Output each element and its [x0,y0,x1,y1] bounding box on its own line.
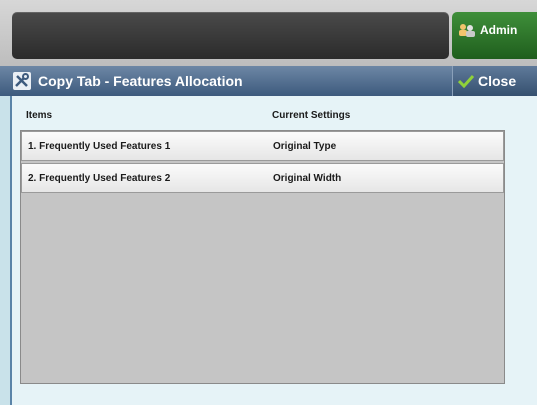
close-label: Close [478,73,517,89]
admin-button[interactable]: Admin [452,12,537,59]
top-frame: Admin [0,0,537,66]
row-setting-value: Original Width [273,173,342,184]
column-header-current-settings: Current Settings [272,110,351,121]
title-bar: Copy Tab - Features Allocation Close [0,66,537,96]
row-item-label: 2. Frequently Used Features 2 [28,173,171,184]
check-icon [458,74,474,88]
message-bar [12,12,449,59]
page-title: Copy Tab - Features Allocation [38,73,243,89]
content-area: Items Current Settings 1. Frequently Use… [0,96,537,405]
tools-icon [13,72,31,90]
admin-users-icon [459,24,475,37]
close-button[interactable]: Close [452,66,537,96]
row-item-label: 1. Frequently Used Features 1 [28,141,171,152]
features-table: 1. Frequently Used Features 1 Original T… [20,130,505,384]
title-group: Copy Tab - Features Allocation [12,66,243,96]
column-header-items: Items [26,110,53,121]
admin-label: Admin [480,23,518,37]
table-row[interactable]: 2. Frequently Used Features 2 Original W… [21,163,504,193]
left-rail [0,96,12,405]
table-row[interactable]: 1. Frequently Used Features 1 Original T… [21,131,504,161]
row-setting-value: Original Type [273,141,337,152]
